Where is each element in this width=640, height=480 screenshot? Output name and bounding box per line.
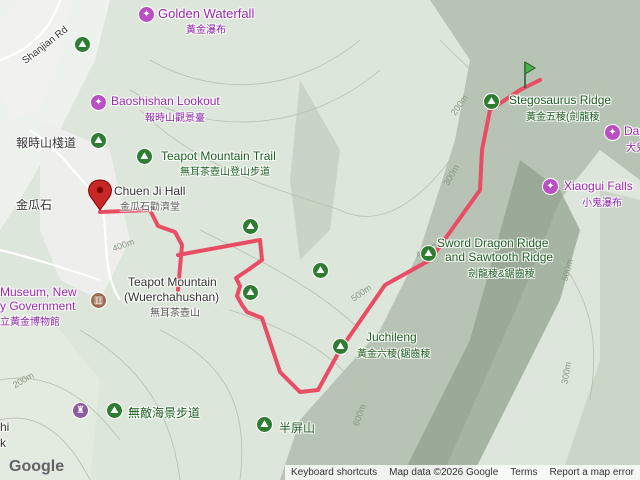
jinguashi-label: 金瓜石 (16, 198, 53, 212)
waterfall-pin-icon[interactable]: ✦ (542, 178, 559, 195)
banpingshan-label[interactable]: 半屏山 (279, 419, 315, 436)
sword-dragon-label-2: and Sawtooth Ridge (445, 250, 554, 264)
museum-label[interactable]: Museum, New (0, 285, 77, 299)
sword-dragon-label[interactable]: Sword Dragon Ridge (437, 236, 548, 250)
baoshishan-zh: 報時山觀景臺 (145, 113, 205, 124)
dagui-zh: 大兒 (626, 143, 640, 154)
hiking-pin-icon[interactable]: ⛰ (74, 36, 91, 53)
terms-link[interactable]: Terms (504, 467, 543, 478)
edge-label: hi (0, 420, 10, 434)
map-data-text: Map data ©2026 Google (389, 467, 499, 478)
lookout-pin-icon[interactable]: ✦ (90, 94, 107, 111)
tower-pin-icon[interactable]: ♜ (72, 402, 89, 419)
teapot-mountain-label[interactable]: Teapot Mountain (128, 275, 217, 289)
hiking-pin-icon[interactable]: ⛰ (90, 132, 107, 149)
juchileng-label[interactable]: Juchileng (366, 330, 417, 344)
map-canvas[interactable]: 200m 300m 400m 500m 600m 400m 200m 300m … (0, 0, 640, 480)
chuen-ji-hall-zh: 金瓜石勸濟堂 (120, 202, 180, 213)
google-logo-text: Google (9, 458, 65, 475)
teapot-trail-zh: 無耳茶壺山登山步道 (180, 167, 270, 178)
hiking-pin-icon[interactable]: ⛰ (420, 245, 437, 262)
teapot-trail-label[interactable]: Teapot Mountain Trail (161, 149, 276, 163)
museum-label-2: y Government (0, 299, 76, 313)
teapot-mountain-label-2: (Wuerchahushan) (124, 290, 220, 304)
hiking-pin-icon[interactable]: ⛰ (483, 93, 500, 110)
chuen-ji-hall-label[interactable]: Chuen Ji Hall (114, 184, 185, 198)
golden-waterfall-label[interactable]: Golden Waterfall (158, 6, 254, 21)
xiaogui-zh: 小鬼瀑布 (582, 198, 622, 209)
google-logo: Google (9, 458, 64, 476)
hiking-pin-icon[interactable]: ⛰ (242, 218, 259, 235)
sword-dragon-zh: 劍龍稜&鋸齒稜 (468, 269, 535, 280)
xiaogui-label[interactable]: Xiaogui Falls (564, 179, 633, 193)
juchileng-zh: 黃金六稜(鋸齒稜 (357, 349, 431, 360)
baoshishan-trail-label: 報時山棧道 (16, 136, 77, 150)
map-footer: Keyboard shortcuts Map data ©2026 Google… (284, 465, 640, 480)
dagui-label[interactable]: Dagui W (624, 124, 640, 138)
stegosaurus-label[interactable]: Stegosaurus Ridge (509, 93, 611, 107)
hiking-pin-icon[interactable]: ⛰ (242, 284, 259, 301)
landmark-pin-icon[interactable]: ✦ (138, 6, 155, 23)
museum-zh: 立黃金博物館 (0, 317, 60, 328)
report-error-link[interactable]: Report a map error (544, 467, 640, 478)
golden-waterfall-zh: 黃金瀑布 (186, 25, 226, 36)
stegosaurus-zh: 黃金五稜(劍龍稜 (526, 112, 600, 123)
hiking-pin-icon[interactable]: ⛰ (332, 338, 349, 355)
edge-label: k (0, 436, 6, 450)
wudi-trail-label[interactable]: 無敵海景步道 (128, 404, 200, 421)
waterfall-pin-icon[interactable]: ✦ (604, 124, 621, 141)
hiking-pin-icon[interactable]: ⛰ (312, 262, 329, 279)
teapot-mountain-zh: 無耳茶壺山 (150, 308, 200, 319)
hiking-pin-icon[interactable]: ⛰ (136, 148, 153, 165)
museum-pin-icon[interactable]: ▥ (90, 292, 107, 309)
baoshishan-label[interactable]: Baoshishan Lookout (111, 94, 220, 108)
keyboard-shortcuts-link[interactable]: Keyboard shortcuts (285, 467, 383, 478)
hiking-pin-icon[interactable]: ⛰ (106, 402, 123, 419)
hiking-pin-icon[interactable]: ⛰ (256, 416, 273, 433)
